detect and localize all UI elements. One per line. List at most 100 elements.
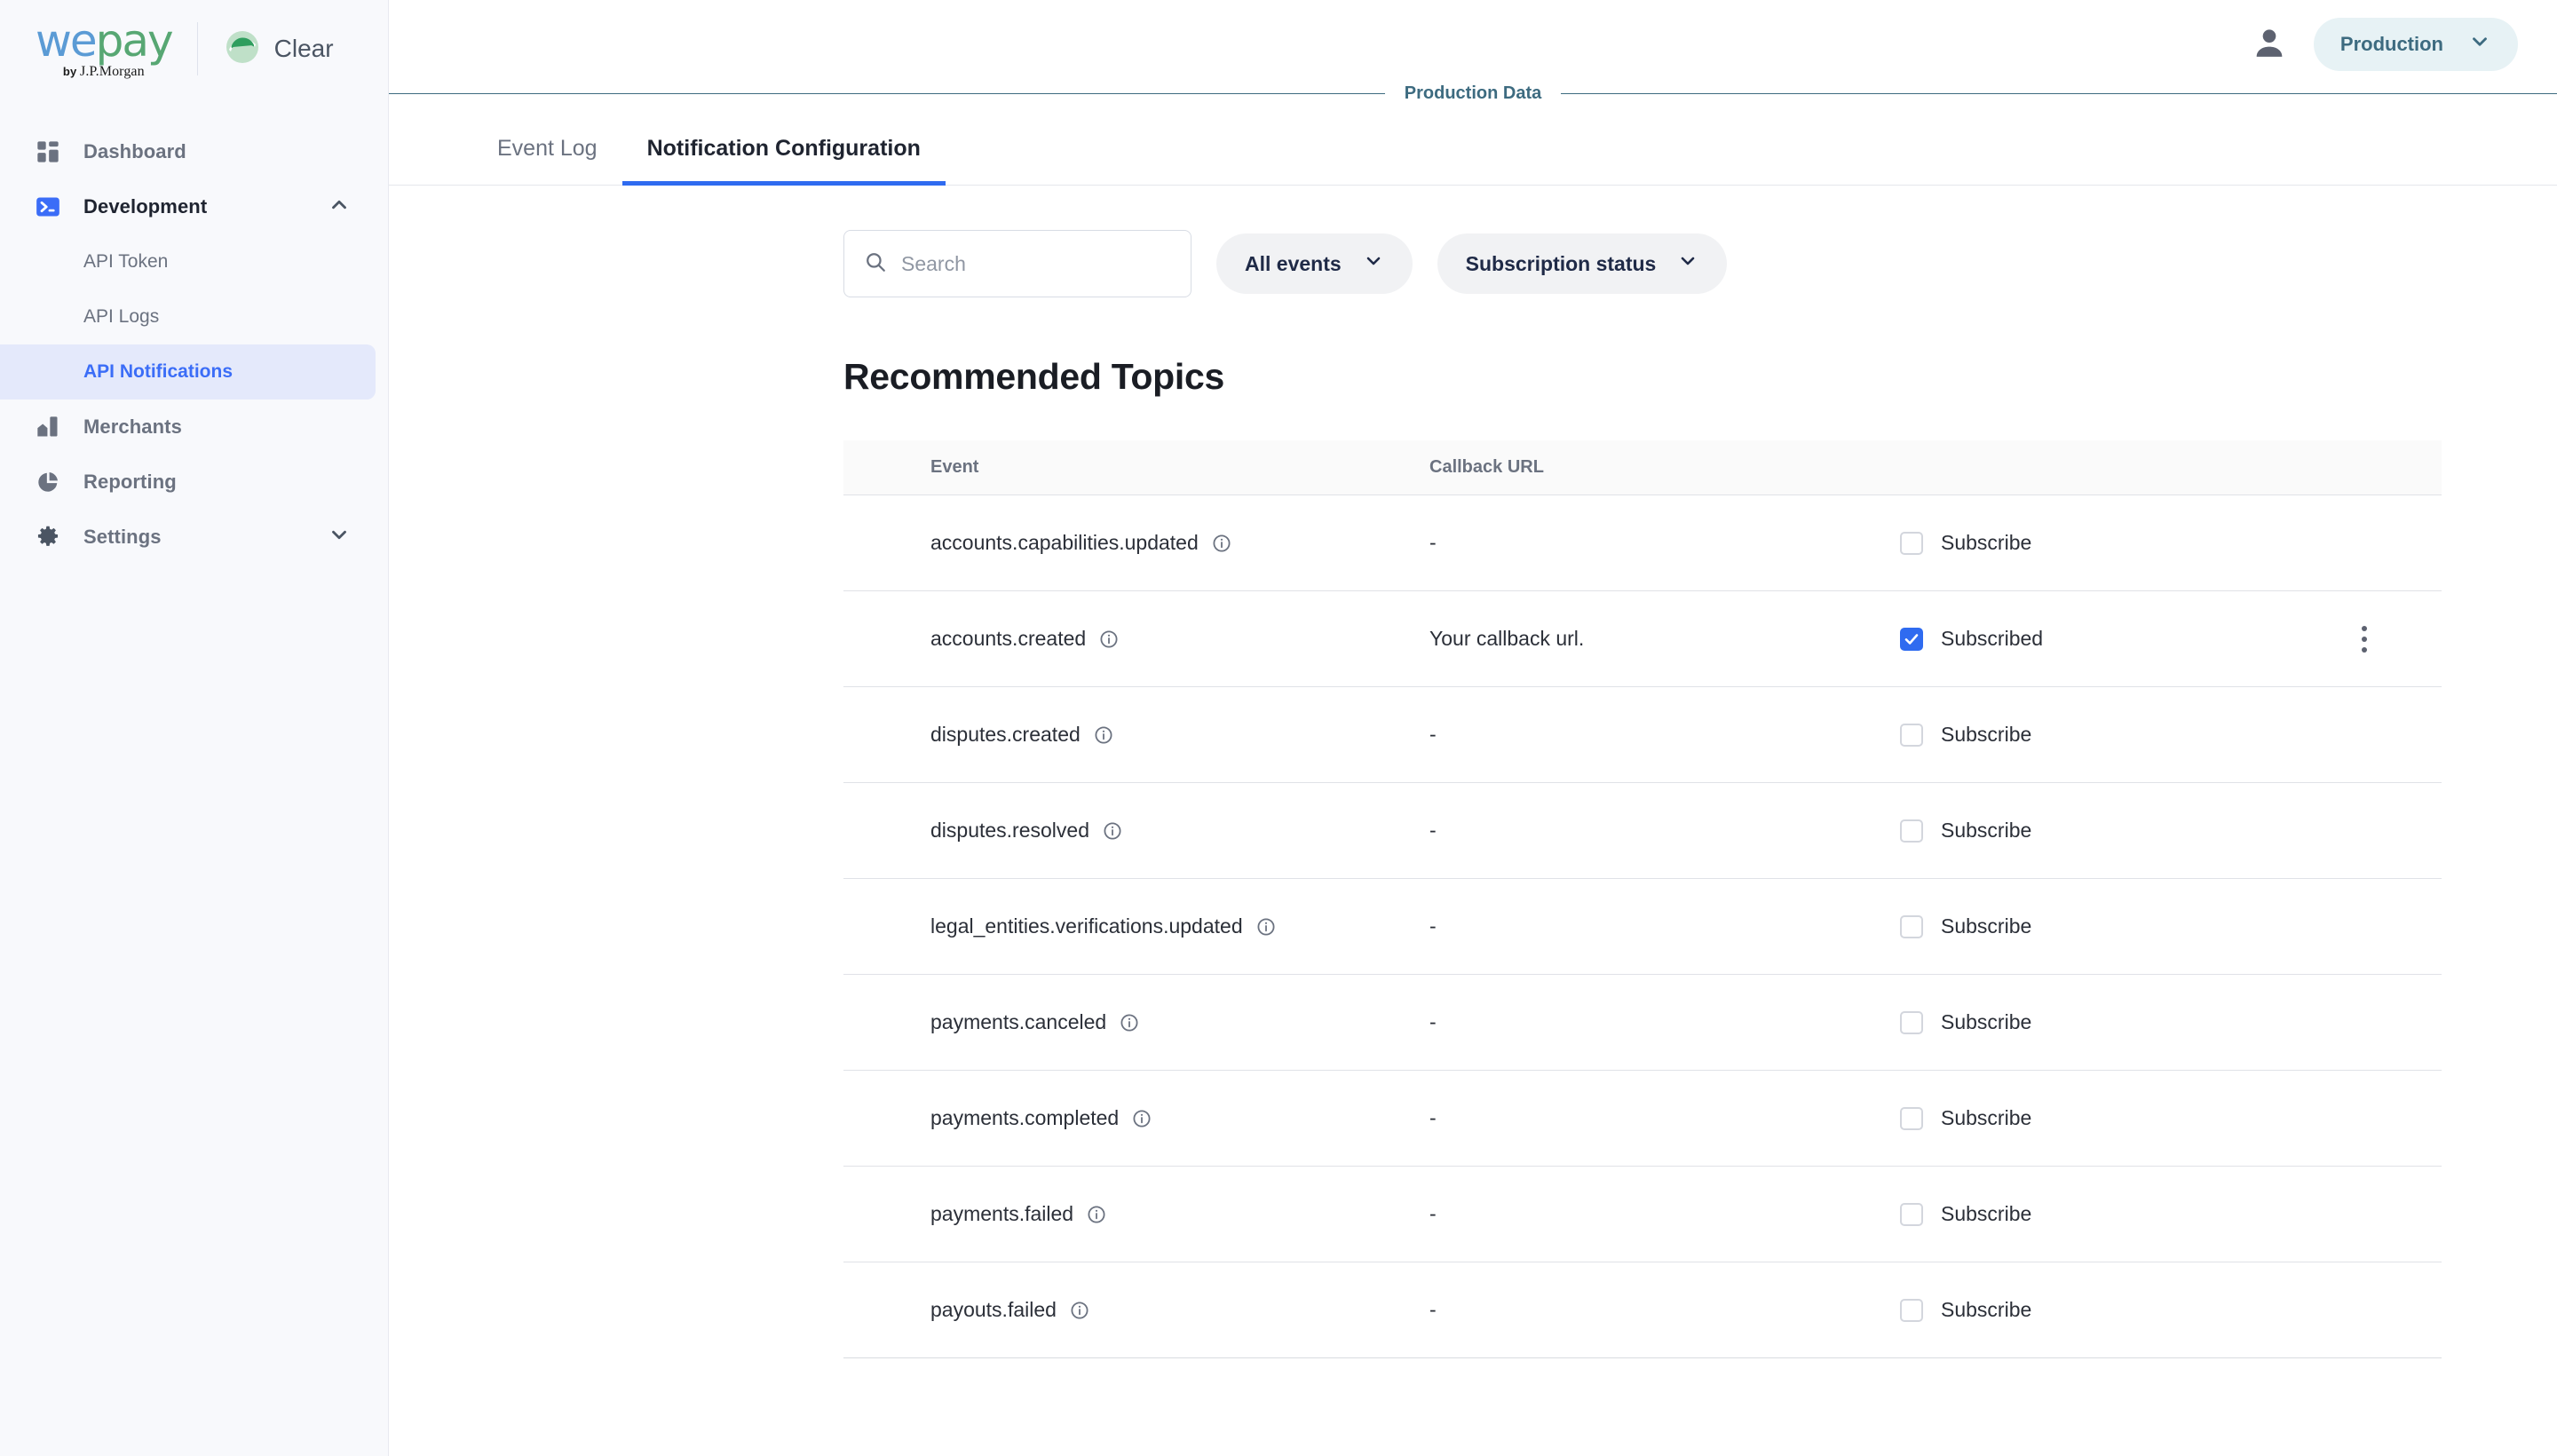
subscribe-label: Subscribe <box>1941 1106 2032 1129</box>
subscribe-checkbox[interactable] <box>1900 1010 1923 1034</box>
more-vertical-icon[interactable] <box>2362 625 2367 653</box>
table-row: disputes.resolved - Subscribe <box>843 783 2442 879</box>
info-circle-icon[interactable] <box>1211 533 1232 554</box>
sidebar-item-label: Settings <box>83 526 162 548</box>
topbar: Production <box>389 0 2557 89</box>
table-row: payments.failed - Subscribe <box>843 1167 2442 1262</box>
sidebar-item-label: API Logs <box>83 306 160 327</box>
subscribe-label: Subscribed <box>1941 627 2044 650</box>
info-circle-icon[interactable] <box>1093 724 1114 746</box>
event-name: legal_entities.verifications.updated <box>930 914 1243 938</box>
search-input[interactable] <box>901 251 1171 276</box>
banner-line-left <box>389 93 1385 94</box>
sidebar-item-settings[interactable]: Settings <box>0 510 376 565</box>
event-cell: legal_entities.verifications.updated <box>843 914 1421 938</box>
column-header-event: Event <box>930 457 979 477</box>
dashboard-grid-icon <box>36 139 66 164</box>
wepay-logo[interactable]: wepay by J.P.Morgan <box>36 19 174 80</box>
table-row: accounts.capabilities.updated - Subscribe <box>843 495 2442 591</box>
table-header-row: Event Callback URL <box>843 440 2442 495</box>
subscribe-label: Subscribe <box>1941 819 2032 842</box>
subscription-cell: Subscribe <box>1900 1298 2362 1322</box>
callback-url-cell: - <box>1429 531 1437 554</box>
subscription-cell: Subscribe <box>1900 914 2362 938</box>
column-header-callback-url: Callback URL <box>1429 457 1544 477</box>
sidebar-item-api-notifications[interactable]: API Notifications <box>0 344 376 400</box>
info-circle-icon[interactable] <box>1102 820 1123 842</box>
event-name: payments.canceled <box>930 1010 1107 1033</box>
client-name: Clear <box>273 35 334 62</box>
subscribe-checkbox[interactable] <box>1900 819 1923 843</box>
subscription-cell: Subscribe <box>1900 819 2362 843</box>
sidebar-item-label: Development <box>83 195 208 218</box>
sidebar-item-label: Dashboard <box>83 140 186 162</box>
search-box[interactable] <box>843 230 1191 297</box>
chevron-down-icon[interactable] <box>328 524 351 551</box>
subscription-status-filter-label: Subscription status <box>1465 251 1657 275</box>
main-content: All events Subscription status Recommend… <box>389 186 2557 1358</box>
subscription-status-filter[interactable]: Subscription status <box>1437 233 1728 294</box>
pie-chart-icon <box>36 470 66 495</box>
subscribe-checkbox[interactable] <box>1900 1298 1923 1322</box>
callback-url-cell: Your callback url. <box>1429 627 1585 650</box>
table-row: disputes.created - Subscribe <box>843 687 2442 783</box>
sidebar-item-reporting[interactable]: Reporting <box>0 455 376 510</box>
subscribe-checkbox[interactable] <box>1900 627 1923 651</box>
wepay-logo-pay: pay <box>95 14 174 67</box>
subscribe-label: Subscribe <box>1941 1010 2032 1033</box>
chevron-up-icon[interactable] <box>328 194 351 221</box>
row-actions-cell <box>2362 625 2442 653</box>
main-area: Production Production Data Event Log Not… <box>389 0 2557 1456</box>
sidebar-item-label: API Token <box>83 251 169 272</box>
info-circle-icon[interactable] <box>1131 1108 1152 1129</box>
sidebar-item-label: API Notifications <box>83 361 234 382</box>
info-circle-icon[interactable] <box>1098 629 1120 650</box>
page-title: Recommended Topics <box>843 356 1224 397</box>
subscribe-checkbox[interactable] <box>1900 1202 1923 1226</box>
environment-selector[interactable]: Production <box>2313 18 2518 71</box>
all-events-filter-label: All events <box>1245 251 1342 275</box>
tab-notification-configuration[interactable]: Notification Configuration <box>621 123 946 186</box>
wepay-logo-we: we <box>36 14 98 67</box>
brand-header: wepay by J.P.Morgan Clear <box>0 0 388 98</box>
subscribe-checkbox[interactable] <box>1900 531 1923 555</box>
sidebar-item-development[interactable]: Development <box>0 179 376 234</box>
merchants-store-icon <box>36 415 66 439</box>
sidebar-item-dashboard[interactable]: Dashboard <box>0 124 376 179</box>
sidebar-item-merchants[interactable]: Merchants <box>0 400 376 455</box>
subscription-cell: Subscribe <box>1900 1106 2362 1130</box>
subscription-cell: Subscribe <box>1900 1010 2362 1034</box>
banner-line-right <box>1561 93 2557 94</box>
subscribe-checkbox[interactable] <box>1900 1106 1923 1130</box>
sidebar-item-api-logs[interactable]: API Logs <box>0 289 376 344</box>
callback-url-cell: - <box>1429 819 1437 842</box>
info-circle-icon[interactable] <box>1069 1300 1090 1321</box>
terminal-icon <box>36 194 66 219</box>
info-circle-icon[interactable] <box>1086 1204 1107 1225</box>
subscribe-checkbox[interactable] <box>1900 723 1923 747</box>
table-row: accounts.created Your callback url. Subscr… <box>843 591 2442 687</box>
subscription-cell: Subscribe <box>1900 1202 2362 1226</box>
sidebar-item-label: Merchants <box>83 415 182 438</box>
tab-event-log[interactable]: Event Log <box>472 123 622 186</box>
event-cell: disputes.created <box>843 723 1421 747</box>
subscribe-label: Subscribe <box>1941 1202 2032 1225</box>
all-events-filter[interactable]: All events <box>1216 233 1413 294</box>
subscribe-checkbox[interactable] <box>1900 914 1923 938</box>
info-circle-icon[interactable] <box>1119 1012 1140 1033</box>
table-body: accounts.capabilities.updated - Subscribe a… <box>843 495 2442 1358</box>
brand-divider <box>196 22 198 75</box>
callback-url-cell: - <box>1429 1298 1437 1321</box>
sidebar-nav: Dashboard Development API Token API Logs… <box>0 124 388 565</box>
event-name: disputes.created <box>930 723 1081 746</box>
event-name: payouts.failed <box>930 1298 1057 1321</box>
event-cell: accounts.capabilities.updated <box>843 531 1421 555</box>
environment-label: Production <box>2339 33 2443 55</box>
sidebar-item-api-token[interactable]: API Token <box>0 234 376 289</box>
banner-text: Production Data <box>1404 83 1542 103</box>
subscription-cell: Subscribed <box>1900 627 2362 651</box>
info-circle-icon[interactable] <box>1255 916 1277 938</box>
user-avatar-icon[interactable] <box>2252 25 2287 65</box>
event-cell: disputes.resolved <box>843 819 1421 843</box>
event-name: accounts.capabilities.updated <box>930 531 1199 554</box>
